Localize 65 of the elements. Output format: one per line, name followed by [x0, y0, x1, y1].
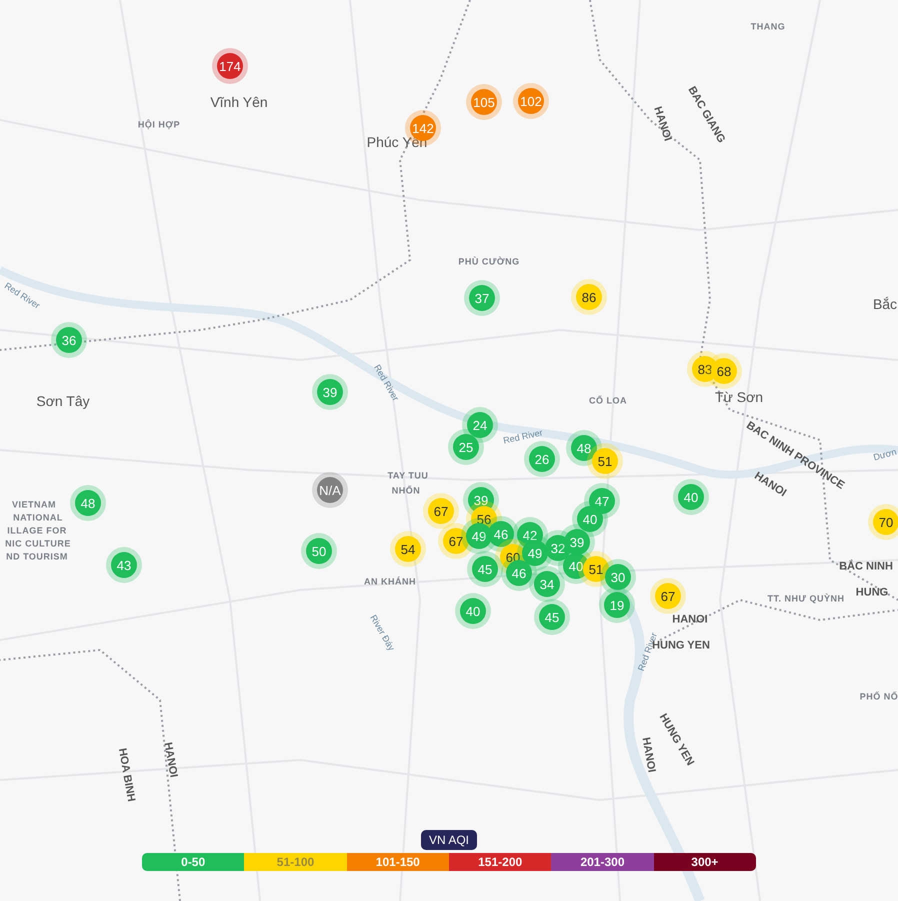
aqi-marker[interactable]: 67 [428, 498, 454, 524]
aqi-marker[interactable]: 34 [534, 571, 560, 597]
aqi-marker[interactable]: 39 [317, 379, 343, 405]
place-label: CỔ LOA [589, 396, 627, 406]
legend-segment: 51-100 [244, 853, 347, 871]
place-label: HUNG [856, 588, 888, 598]
place-label: Bắc [872, 297, 898, 311]
aqi-marker[interactable]: 24 [467, 412, 493, 438]
place-label: Vĩnh Yên [210, 95, 268, 109]
aqi-marker[interactable]: 50 [306, 538, 332, 564]
river-label: Dươn [872, 448, 898, 462]
place-label: VIETNAM [12, 500, 56, 510]
river-label: Red River [502, 428, 544, 446]
place-label: TT. NHƯ QUỲNH [768, 594, 844, 604]
place-label: TAY TUU [388, 472, 428, 480]
aqi-marker[interactable]: 51 [592, 448, 618, 474]
legend-segment: 101-150 [346, 853, 449, 871]
legend-title: VN AQI [420, 830, 477, 850]
aqi-marker[interactable]: 19 [604, 592, 630, 618]
place-label: THANG [750, 22, 786, 32]
place-label: NATIONAL [13, 514, 63, 522]
legend-segment: 300+ [654, 853, 756, 871]
aqi-marker[interactable]: 43 [111, 552, 137, 578]
aqi-marker[interactable]: 67 [443, 528, 469, 554]
place-label: HANOI [162, 742, 178, 778]
place-label: HANOI [672, 614, 708, 626]
aqi-marker[interactable]: 26 [529, 446, 555, 472]
aqi-marker[interactable]: 51 [583, 556, 609, 582]
aqi-marker[interactable]: 36 [56, 327, 82, 353]
place-label: ILLAGE FOR [7, 526, 67, 536]
aqi-marker[interactable]: 45 [539, 604, 565, 630]
aqi-marker[interactable]: 67 [655, 583, 681, 609]
aqi-marker[interactable]: 174 [217, 53, 243, 79]
aqi-marker[interactable]: 54 [395, 536, 421, 562]
place-label: HANOI [651, 105, 673, 143]
aqi-marker[interactable]: 30 [605, 564, 631, 590]
aqi-marker[interactable]: 102 [518, 88, 544, 114]
aqi-marker[interactable]: 40 [460, 598, 486, 624]
place-label: HOA BINH [116, 747, 136, 803]
aqi-marker[interactable]: 70 [873, 509, 898, 535]
place-label: BẮC NINH [839, 562, 893, 572]
place-label: AN KHÁNH [364, 578, 416, 586]
place-label: NIC CULTURE [5, 540, 71, 548]
place-label: PHỐ NỐ [860, 692, 898, 702]
aqi-marker[interactable]: 68 [711, 358, 737, 384]
aqi-marker[interactable]: 39 [564, 529, 590, 555]
legend-segment: 0-50 [142, 853, 244, 871]
aqi-marker[interactable]: 105 [471, 89, 497, 115]
legend-segment: 201-300 [551, 853, 654, 871]
place-label: NHỔN [392, 486, 420, 496]
place-label: HANOI [640, 736, 656, 774]
aqi-marker[interactable]: 25 [453, 434, 479, 460]
aqi-marker[interactable]: 40 [678, 484, 704, 510]
aqi-marker[interactable]: 86 [576, 284, 602, 310]
aqi-marker[interactable]: N/A [317, 477, 343, 503]
aqi-marker[interactable]: 48 [75, 490, 101, 516]
aqi-marker[interactable]: 40 [577, 506, 603, 532]
legend-segment: 151-200 [448, 853, 552, 871]
place-label: Sơn Tây [36, 394, 90, 408]
aqi-marker[interactable]: 37 [469, 285, 495, 311]
place-label: PHÙ CƯỜNG [458, 258, 520, 266]
place-label: HỘI HỢP [138, 120, 180, 130]
place-label: ND TOURISM [6, 552, 68, 562]
place-label: Từ Sơn [714, 390, 764, 404]
aqi-marker[interactable]: 45 [472, 556, 498, 582]
